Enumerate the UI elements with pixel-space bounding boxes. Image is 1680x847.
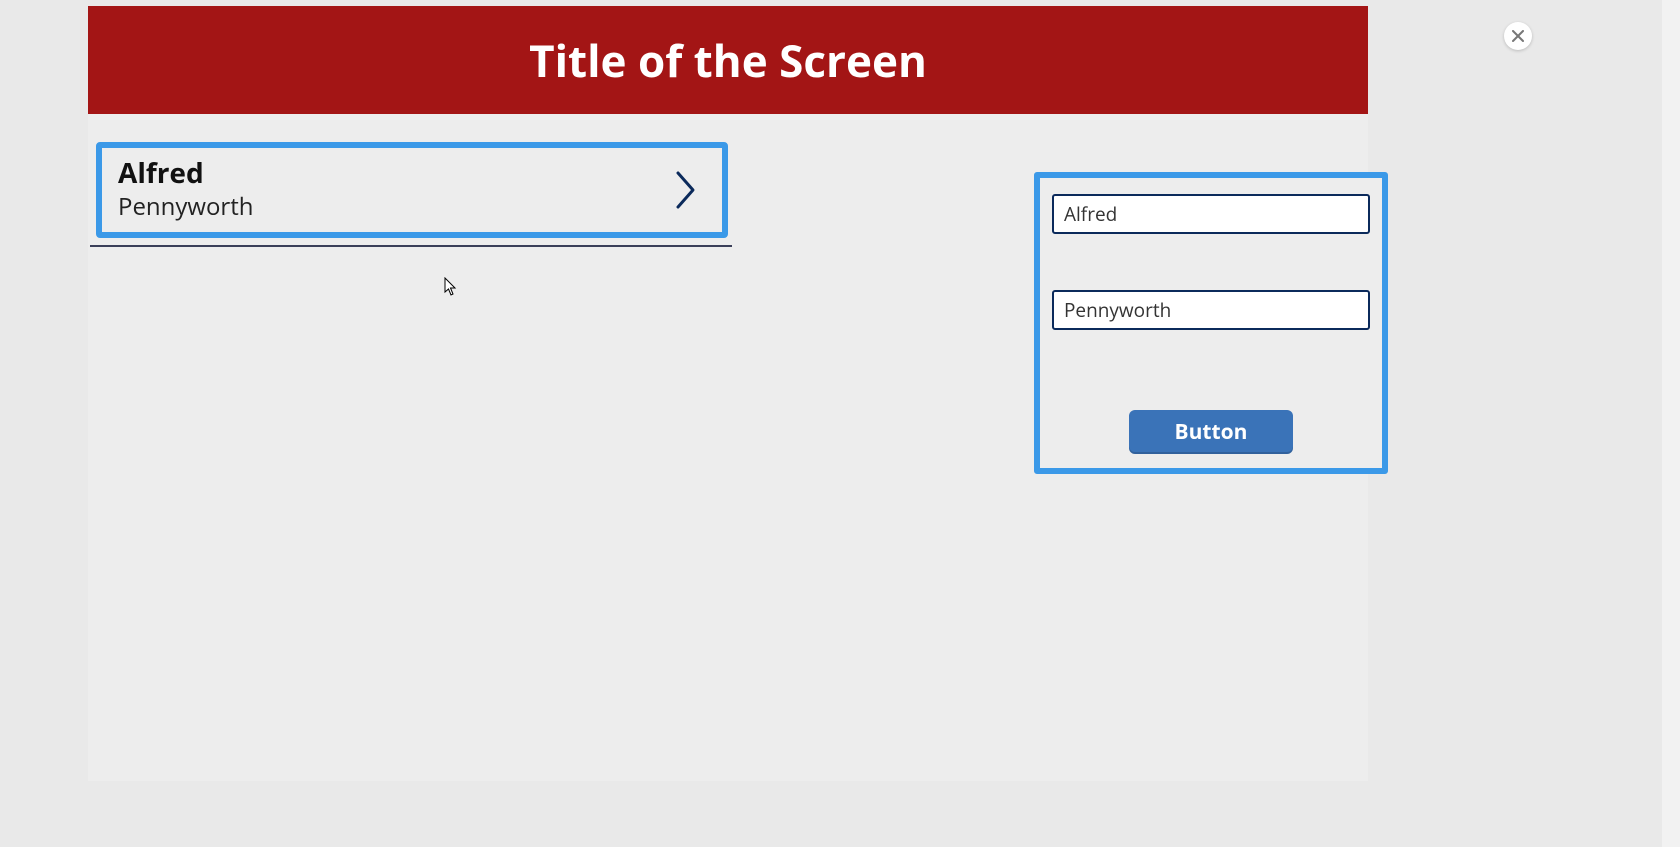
screen-container: Title of the Screen Alfred Pennyworth Bu… xyxy=(88,6,1368,781)
close-icon xyxy=(1512,30,1524,42)
content-area: Alfred Pennyworth Button xyxy=(88,114,1368,142)
submit-button[interactable]: Button xyxy=(1129,410,1293,454)
title-bar: Title of the Screen xyxy=(88,6,1368,114)
chevron-right-icon xyxy=(668,166,704,214)
list-divider xyxy=(90,245,732,247)
form-spacer xyxy=(1052,234,1370,290)
first-name-input[interactable] xyxy=(1052,194,1370,234)
list-item-text: Alfred Pennyworth xyxy=(118,157,668,223)
person-list-item[interactable]: Alfred Pennyworth xyxy=(96,142,728,238)
vertical-scrollbar[interactable] xyxy=(1662,0,1680,847)
screen-title: Title of the Screen xyxy=(529,30,927,90)
close-button[interactable] xyxy=(1504,22,1532,50)
last-name-input[interactable] xyxy=(1052,290,1370,330)
edit-form-panel: Button xyxy=(1034,172,1388,474)
button-row: Button xyxy=(1052,410,1370,454)
list-item-secondary-text: Pennyworth xyxy=(118,191,668,223)
list-item-primary-text: Alfred xyxy=(118,157,668,191)
